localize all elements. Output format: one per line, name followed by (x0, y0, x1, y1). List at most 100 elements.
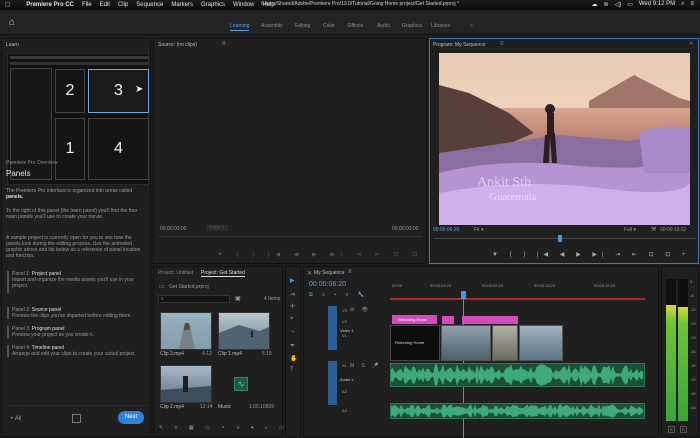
solo-right-button[interactable]: S (680, 426, 687, 433)
menu-clip[interactable]: Clip (118, 2, 128, 8)
source-transport-controls[interactable]: ▼ { } |◀ ◀ ▶ ▶| ⇥ ⇤ ⊡ ⊡ (217, 251, 423, 258)
menu-file[interactable]: File (82, 2, 92, 8)
v1-source-patch[interactable] (328, 306, 337, 350)
program-video-frame[interactable]: Ankit Sth Guatemala (439, 53, 690, 225)
home-icon[interactable]: ⌂ (5, 16, 19, 30)
meter-label: 0 (690, 279, 693, 284)
track-a3: A3 (342, 408, 347, 413)
solo-left-button[interactable]: S (668, 426, 675, 433)
search-input[interactable]: ⌕ (158, 295, 230, 303)
audio-clip-a1[interactable] (390, 363, 645, 387)
panel-expand-icon[interactable]: » (690, 41, 693, 47)
razor-icon[interactable]: ⌖ (290, 316, 293, 323)
audio-track-toggles[interactable]: M S 🎤 (350, 363, 382, 369)
program-transport-controls[interactable]: ▼ { } |◀ ◀ ▶ ▶| ⇥ ⇤ ⊡ ⊡ + (492, 251, 690, 258)
menu-sequence[interactable]: Sequence (136, 2, 163, 8)
track-v1: V1 (342, 333, 347, 338)
track-toggle-icons[interactable]: ⊟ 👁 (350, 307, 371, 313)
wifi-icon[interactable]: ≋ (604, 1, 609, 8)
video-clip-black[interactable]: Returning Home (390, 325, 440, 361)
apple-icon[interactable]:  (5, 2, 10, 9)
item-3-desc: Preview your project as you create it. (12, 332, 94, 338)
source-scrubber[interactable] (158, 236, 422, 237)
clock[interactable]: Wed 9:12 PM (639, 1, 675, 8)
app-menu[interactable]: Premiere Pro CC (26, 2, 74, 8)
slip-icon[interactable]: ⇔ (290, 329, 296, 335)
volume-icon[interactable]: ◁) (615, 1, 622, 8)
checkbox-icon[interactable] (72, 414, 81, 423)
clip-thumbnail[interactable] (160, 365, 212, 403)
bin-icon[interactable]: ▣ (235, 295, 241, 302)
menu-list-icon[interactable]: ≡ (690, 1, 694, 8)
type-tool-icon[interactable]: T (290, 367, 294, 373)
battery-icon[interactable]: ▭ (627, 1, 633, 8)
source-page-select[interactable]: Page 1 (206, 225, 228, 231)
item-4-desc: Arrange and edit your clips to create yo… (12, 351, 135, 357)
video-clip[interactable] (492, 325, 518, 361)
menu-graphics[interactable]: Graphics (201, 2, 225, 8)
timeline-menu-icon[interactable]: ≡ (348, 269, 352, 275)
tab-audio[interactable]: Audio (377, 23, 390, 29)
clip-duration: 12:14 (200, 404, 213, 410)
program-menu-icon[interactable]: ≡ (500, 41, 504, 47)
workspace-overflow-icon[interactable]: » (470, 23, 473, 29)
meter-level-left (666, 304, 676, 421)
meter-label: -6 (690, 293, 694, 298)
timeline-tools[interactable]: ⧉ ⊃ ▾ ⚲ 🔧 (309, 292, 368, 298)
work-area-bar[interactable] (390, 298, 645, 300)
tab-editing[interactable]: Editing (295, 23, 310, 29)
audio-clip-a2[interactable] (390, 403, 645, 419)
hand-icon[interactable]: ✋ (290, 355, 297, 362)
timeline-timecode[interactable]: 00:00:06:20 (309, 281, 346, 288)
menu-edit[interactable]: Edit (100, 2, 110, 8)
tab-learning[interactable]: Learning (230, 23, 250, 31)
all-link[interactable]: + All (10, 416, 22, 422)
clip-thumbnail[interactable] (160, 312, 212, 350)
tab-effects[interactable]: Effects (348, 23, 363, 29)
ruler-label: 00:00:04:23 (430, 283, 452, 288)
menu-markers[interactable]: Markers (171, 2, 193, 8)
tab-libraries[interactable]: Libraries (431, 23, 450, 29)
source-menu-icon[interactable]: ≡ (222, 41, 226, 47)
item-marker (7, 271, 9, 293)
cursor-icon: ➤ (135, 84, 144, 95)
program-scrubber[interactable] (434, 235, 696, 242)
next-button[interactable]: Next (118, 411, 144, 424)
video-1-label: Video 1 (340, 328, 354, 333)
quality-select[interactable]: Full ▾ (624, 227, 636, 233)
wrench-icon[interactable]: ⚒ (651, 226, 656, 233)
search-icon[interactable]: ⌕ (681, 1, 684, 8)
video-clip[interactable] (519, 325, 563, 361)
zoom-select[interactable]: Fit ▾ (474, 227, 483, 233)
title-clip[interactable]: Returning Home (392, 315, 437, 324)
tab-graphics[interactable]: Graphics (402, 23, 422, 29)
tab-color[interactable]: Color (323, 23, 335, 29)
project-tab-untitled[interactable]: Project: Untitled (158, 270, 193, 276)
overlay-name: Ankit Sth (477, 175, 532, 190)
source-title: Source: (no clips) (158, 42, 197, 48)
ripple-icon[interactable]: ✛ (290, 303, 295, 310)
audio-1-label: Audio 1 (340, 377, 354, 382)
graphic-clip[interactable] (442, 316, 454, 324)
meter-label: -18 (690, 321, 696, 326)
a1-source-patch[interactable] (328, 361, 337, 405)
pen-icon[interactable]: ✒ (290, 342, 295, 349)
close-icon[interactable]: ✕ (307, 270, 312, 277)
playhead[interactable] (557, 235, 562, 242)
meter-label: -36 (690, 363, 696, 368)
tab-assembly[interactable]: Assembly (261, 23, 283, 29)
cloud-icon[interactable]: ☁ (592, 1, 598, 8)
source-timecode-end: 00;00;00;00 (392, 226, 419, 232)
project-tab-getstarted[interactable]: Project: Get Started (201, 270, 245, 277)
clip-name: Music (218, 404, 232, 410)
program-timecode[interactable]: 00:00:06:20 (433, 227, 459, 233)
video-clip[interactable] (441, 325, 491, 361)
graphic-clip[interactable] (462, 316, 518, 324)
sequence-title[interactable]: My Sequence (314, 270, 345, 276)
timeline-playhead-handle[interactable] (461, 291, 466, 299)
ruler-label: 00:00:14:23 (534, 283, 556, 288)
clip-thumbnail[interactable] (218, 312, 270, 350)
selection-tool-icon[interactable]: ▶ (290, 277, 295, 284)
track-select-icon[interactable]: ⇥ (290, 291, 295, 298)
music-icon[interactable]: ∿ (234, 377, 248, 391)
